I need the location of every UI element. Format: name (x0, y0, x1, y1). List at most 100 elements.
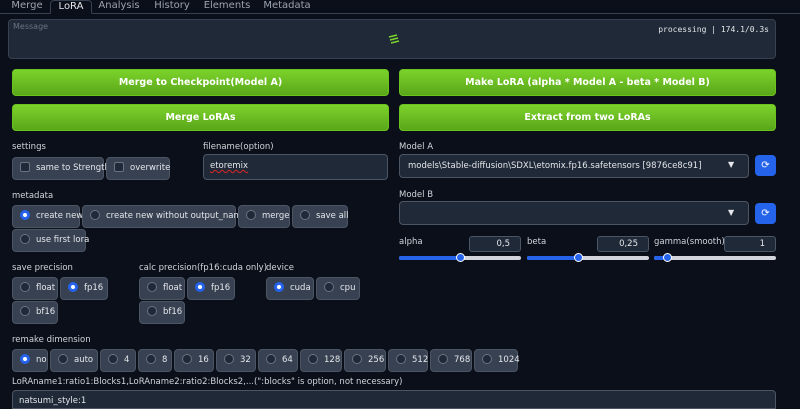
radio-icon (182, 353, 192, 364)
remake-dimension-8[interactable]: 8 (138, 349, 172, 372)
lora-names-label: LoRAname1:ratio1:Blocks1,LoRAname2:ratio… (12, 377, 403, 387)
radio-icon (90, 209, 100, 220)
option-label: auto (74, 355, 94, 365)
lora-names-input[interactable]: natsumi_style:1 (12, 390, 776, 409)
remake-dimension-16[interactable]: 16 (174, 349, 214, 372)
save-precision-float[interactable]: float (12, 277, 58, 300)
remake-dimension-768[interactable]: 768 (430, 349, 472, 372)
remake-dimension-256[interactable]: 256 (344, 349, 386, 372)
gamma-number-input[interactable]: 1 (724, 236, 776, 252)
radio-icon (266, 353, 276, 364)
calc-precision-fp16[interactable]: fp16 (187, 277, 235, 300)
metadata-option-save-all[interactable]: save all (292, 205, 349, 228)
tab-analysis[interactable]: Analysis (96, 0, 142, 14)
refresh-icon[interactable]: ⟳ (755, 203, 776, 224)
filename-label: filename(option) (203, 142, 274, 152)
option-label: bf16 (36, 307, 56, 317)
radio-icon (308, 353, 318, 364)
radio-icon (274, 281, 284, 292)
tab-elements[interactable]: Elements (202, 0, 252, 14)
device-label: device (266, 263, 294, 273)
tab-merge[interactable]: Merge (4, 0, 50, 14)
remake-dimension-4[interactable]: 4 (100, 349, 136, 372)
option-label: 512 (412, 355, 429, 365)
radio-icon (147, 305, 157, 316)
chevron-down-icon: ▼ (728, 160, 735, 169)
alpha-slider-thumb[interactable] (455, 253, 465, 262)
alpha-label: alpha (399, 237, 423, 247)
same-to-strength-checkbox[interactable]: same to Strength (12, 157, 110, 180)
tab-lora[interactable]: LoRA (50, 0, 92, 14)
option-label: cuda (290, 283, 311, 293)
option-label: 128 (324, 355, 341, 365)
model-a-dropdown[interactable]: models\Stable-diffusion\SDXL\etomix.fp16… (399, 154, 749, 178)
option-label: 256 (368, 355, 385, 365)
metadata-option-use-first-lora[interactable]: use first lora (12, 229, 89, 252)
radio-icon (482, 353, 492, 364)
chevron-down-icon: ▼ (728, 208, 735, 217)
gamma-slider-thumb[interactable] (662, 253, 672, 262)
option-label: 64 (282, 355, 293, 365)
merge-to-checkpoint-button[interactable]: Merge to Checkpoint(Model A) (12, 69, 389, 96)
option-label: float (163, 283, 183, 293)
save-precision-bf16[interactable]: bf16 (12, 301, 58, 324)
overwrite-checkbox[interactable]: overwrite (106, 157, 170, 180)
metadata-option-create-new[interactable]: create new (12, 205, 84, 228)
radio-icon (396, 353, 406, 364)
filename-value: etoremix (210, 161, 248, 171)
beta-number-input[interactable]: 0,25 (597, 236, 649, 252)
extract-from-two-loras-button[interactable]: Extract from two LoRAs (399, 104, 776, 131)
metadata-option-create-new-without-output-name[interactable]: create new without output_name (82, 205, 247, 228)
make-lora-button[interactable]: Make LoRA (alpha * Model A - beta * Mode… (399, 69, 776, 96)
model-b-dropdown[interactable] (399, 201, 749, 225)
radio-icon (246, 209, 256, 220)
radio-icon (147, 281, 157, 292)
calc-precision-bf16[interactable]: bf16 (139, 301, 185, 324)
beta-slider-fill (527, 256, 579, 260)
tab-metadata[interactable]: Metadata (262, 0, 312, 14)
remake-dimension-auto[interactable]: auto (50, 349, 98, 372)
remake-dimension-512[interactable]: 512 (388, 349, 428, 372)
checkbox-icon (114, 161, 124, 172)
refresh-icon[interactable]: ⟳ (755, 155, 776, 176)
option-label: 768 (454, 355, 471, 365)
tab-history[interactable]: History (150, 0, 194, 14)
filename-input[interactable]: etoremix (203, 154, 388, 180)
radio-icon (108, 353, 118, 364)
remake-dimension-no[interactable]: no (12, 349, 48, 372)
status-text: processing | 174.1/0.3s (658, 25, 769, 34)
alpha-slider[interactable] (399, 253, 521, 262)
radio-icon (352, 353, 362, 364)
device-cuda[interactable]: cuda (266, 277, 314, 300)
metadata-label: metadata (12, 191, 54, 201)
beta-slider-thumb[interactable] (573, 253, 583, 262)
remake-dimension-1024[interactable]: 1024 (474, 349, 520, 372)
option-label: create new (36, 211, 84, 221)
remake-dimension-32[interactable]: 32 (216, 349, 256, 372)
gamma-slider[interactable] (654, 253, 776, 262)
beta-slider[interactable] (527, 253, 649, 262)
option-label: 4 (124, 355, 130, 365)
tab-bar: Merge LoRA Analysis History Elements Met… (0, 0, 800, 14)
metadata-option-merge[interactable]: merge (238, 205, 290, 228)
alpha-slider-fill (399, 256, 460, 260)
radio-icon (20, 209, 30, 220)
model-b-label: Model B (399, 190, 434, 200)
save-precision-fp16[interactable]: fp16 (60, 277, 108, 300)
remake-dimension-128[interactable]: 128 (300, 349, 342, 372)
radio-icon (300, 209, 310, 220)
radio-icon (224, 353, 234, 364)
model-a-value: models\Stable-diffusion\SDXL\etomix.fp16… (408, 161, 702, 171)
option-label: cpu (340, 283, 356, 293)
radio-icon (20, 353, 30, 364)
remake-dimension-64[interactable]: 64 (258, 349, 298, 372)
alpha-number-input[interactable]: 0,5 (469, 236, 521, 252)
device-cpu[interactable]: cpu (316, 277, 360, 300)
message-box[interactable]: Message processing | 174.1/0.3s (8, 19, 776, 59)
same-to-strength-label: same to Strength (36, 163, 110, 173)
remake-dimension-label: remake dimension (12, 335, 91, 345)
merge-loras-button[interactable]: Merge LoRAs (12, 104, 389, 131)
beta-label: beta (527, 237, 547, 247)
checkbox-icon (20, 161, 30, 172)
calc-precision-float[interactable]: float (139, 277, 185, 300)
